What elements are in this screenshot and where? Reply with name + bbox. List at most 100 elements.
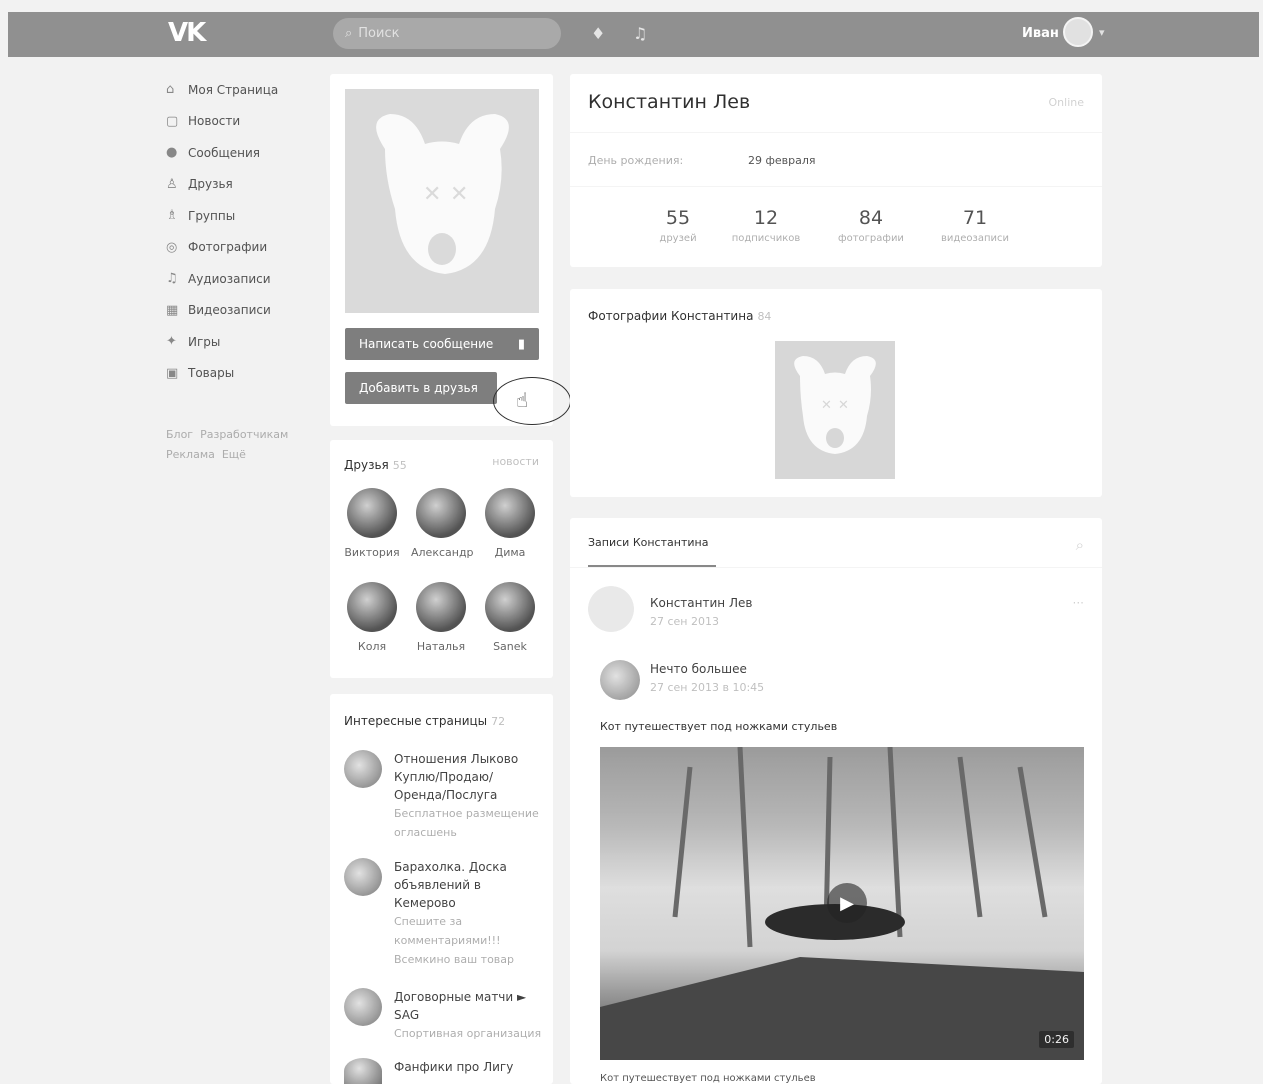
search-icon: ⌕ bbox=[345, 26, 353, 41]
profile-info-card: Константин Лев Online День рождения: 29 … bbox=[570, 74, 1102, 267]
list-item[interactable]: Договорные матчи ► SAG Спортивная организ… bbox=[344, 988, 544, 1043]
interesting-pages-card: Интересные страницы 72 Отношения Лыково К… bbox=[330, 694, 553, 1084]
list-item[interactable]: Барахолка. Доска объявлений в Кемерово Сп… bbox=[344, 858, 544, 968]
avatar bbox=[344, 1058, 382, 1084]
bell-icon[interactable]: ♦ bbox=[591, 24, 605, 43]
avatar[interactable] bbox=[1063, 17, 1093, 47]
groups-icon: ♗ bbox=[166, 208, 178, 224]
photos-card: Фотографии Константина 84 ✕ ✕ bbox=[570, 289, 1102, 497]
messages-icon: ● bbox=[166, 145, 178, 161]
friend-item[interactable]: Дима bbox=[480, 488, 540, 559]
highlight-circle bbox=[493, 377, 571, 425]
tab-wall-posts[interactable]: Записи Константина bbox=[588, 536, 708, 549]
send-message-button[interactable]: Написать сообщение ▮ bbox=[345, 328, 539, 360]
footer-links: Блог Разработчикам Реклама Ещё bbox=[166, 425, 306, 465]
avatar bbox=[485, 488, 535, 538]
music-icon[interactable]: ♫ bbox=[633, 24, 647, 43]
play-icon[interactable]: ▶ bbox=[827, 883, 867, 923]
avatar bbox=[416, 488, 466, 538]
svg-text:✕: ✕ bbox=[450, 182, 468, 207]
friends-card: Друзья 55 новости Виктория Александр Дима… bbox=[330, 440, 553, 678]
sidebar: ⌂ Моя Страница ▢ Новости ● Сообщения ♙ Друзь… bbox=[166, 74, 316, 389]
games-icon: ✦ bbox=[166, 334, 177, 350]
repost-author[interactable]: Нечто большее bbox=[650, 662, 747, 676]
repost-date[interactable]: 27 сен 2013 в 10:45 bbox=[650, 681, 764, 694]
video-player[interactable]: ▶ 0:26 bbox=[600, 747, 1084, 1060]
search-icon[interactable]: ⌕ bbox=[1076, 536, 1084, 554]
sidebar-item-video[interactable]: ▦ Видеозаписи bbox=[166, 295, 316, 327]
chevron-down-icon[interactable]: ▾ bbox=[1099, 26, 1105, 39]
divider bbox=[570, 186, 1102, 187]
divider bbox=[570, 567, 1102, 568]
sidebar-item-groups[interactable]: ♗ Группы bbox=[166, 200, 316, 232]
avatar bbox=[344, 858, 382, 896]
stat-photos[interactable]: 84 фотографии bbox=[821, 207, 921, 244]
video-icon: ▦ bbox=[166, 302, 179, 318]
footer-link[interactable]: Блог bbox=[166, 428, 193, 441]
footer-link[interactable]: Разработчикам bbox=[200, 428, 288, 441]
more-icon[interactable]: ··· bbox=[1073, 596, 1084, 610]
post-text: Кот путешествует под ножками стульев bbox=[600, 720, 838, 733]
avatar bbox=[416, 582, 466, 632]
avatar bbox=[485, 582, 535, 632]
sidebar-item-photos[interactable]: ◎ Фотографии bbox=[166, 232, 316, 264]
sidebar-item-audio[interactable]: ♫ Аудиозаписи bbox=[166, 263, 316, 295]
post-date[interactable]: 27 сен 2013 bbox=[650, 615, 719, 628]
sidebar-item-goods[interactable]: ▣ Товары bbox=[166, 358, 316, 390]
photos-header[interactable]: Фотографии Константина 84 bbox=[588, 305, 771, 324]
wall-card: Записи Константина ⌕ Константин Лев 27 с… bbox=[570, 518, 1102, 1084]
pages-header[interactable]: Интересные страницы 72 bbox=[344, 710, 505, 729]
friend-item[interactable]: Александр bbox=[411, 488, 474, 559]
video-duration: 0:26 bbox=[1039, 1031, 1074, 1048]
svg-text:✕: ✕ bbox=[821, 398, 832, 413]
stat-videos[interactable]: 71 видеозаписи bbox=[925, 207, 1025, 244]
avatar bbox=[344, 750, 382, 788]
stat-friends[interactable]: 55 друзей bbox=[628, 207, 728, 244]
sidebar-item-messages[interactable]: ● Сообщения bbox=[166, 137, 316, 169]
friend-item[interactable]: Наталья bbox=[411, 582, 471, 653]
gift-icon: ▮ bbox=[517, 336, 525, 352]
avatar[interactable] bbox=[588, 586, 634, 632]
music-icon: ♫ bbox=[166, 271, 178, 287]
video-caption[interactable]: Кот путешествует под ножками стульев bbox=[600, 1073, 816, 1084]
goods-icon: ▣ bbox=[166, 365, 179, 381]
photo-icon: ◎ bbox=[166, 239, 178, 255]
friends-header[interactable]: Друзья 55 bbox=[344, 454, 407, 473]
footer-link[interactable]: Ещё bbox=[222, 448, 246, 461]
sidebar-item-friends[interactable]: ♙ Друзья bbox=[166, 169, 316, 201]
post-author[interactable]: Константин Лев bbox=[650, 596, 752, 610]
avatar[interactable] bbox=[600, 660, 640, 700]
birthday-value[interactable]: 29 февраля bbox=[748, 154, 816, 167]
page-title: Константин Лев bbox=[588, 91, 751, 113]
search-input[interactable]: ⌕ Поиск bbox=[333, 18, 561, 49]
dog-placeholder-icon: ✕ ✕ bbox=[376, 114, 509, 274]
svg-text:✕: ✕ bbox=[423, 182, 441, 207]
dog-placeholder-icon: ✕ ✕ bbox=[794, 356, 876, 454]
friends-updates-link[interactable]: новости bbox=[492, 455, 539, 468]
cursor-hand-icon: ☝ bbox=[516, 388, 529, 412]
sidebar-item-games[interactable]: ✦ Игры bbox=[166, 326, 316, 358]
avatar bbox=[347, 582, 397, 632]
news-icon: ▢ bbox=[166, 113, 179, 129]
top-bar: VK ⌕ Поиск ♦ ♫ Иван ▾ bbox=[8, 12, 1259, 57]
list-item[interactable]: Отношения Лыково Куплю/Продаю/Оренда/Пос… bbox=[344, 750, 544, 850]
sidebar-item-news[interactable]: ▢ Новости bbox=[166, 106, 316, 138]
profile-photo-card: ✕ ✕ Написать сообщение ▮ Добавить в друз… bbox=[330, 74, 553, 426]
home-icon: ⌂ bbox=[166, 82, 175, 98]
profile-photo[interactable]: ✕ ✕ bbox=[345, 89, 539, 313]
avatar bbox=[347, 488, 397, 538]
list-item[interactable]: Фанфики про Лигу bbox=[344, 1058, 544, 1084]
footer-link[interactable]: Реклама bbox=[166, 448, 215, 461]
user-name[interactable]: Иван bbox=[1022, 26, 1059, 41]
add-friend-button[interactable]: Добавить в друзья bbox=[345, 372, 497, 404]
friend-item[interactable]: Sanek bbox=[480, 582, 540, 653]
sidebar-item-my-page[interactable]: ⌂ Моя Страница bbox=[166, 74, 316, 106]
stat-followers[interactable]: 12 подписчиков bbox=[716, 207, 816, 244]
avatar bbox=[344, 988, 382, 1026]
friend-item[interactable]: Виктория bbox=[342, 488, 402, 559]
search-placeholder: Поиск bbox=[358, 26, 400, 41]
photo-thumbnail[interactable]: ✕ ✕ bbox=[775, 341, 895, 479]
vk-logo[interactable]: VK bbox=[168, 18, 206, 48]
birthday-label: День рождения: bbox=[588, 154, 684, 167]
friend-item[interactable]: Коля bbox=[342, 582, 402, 653]
